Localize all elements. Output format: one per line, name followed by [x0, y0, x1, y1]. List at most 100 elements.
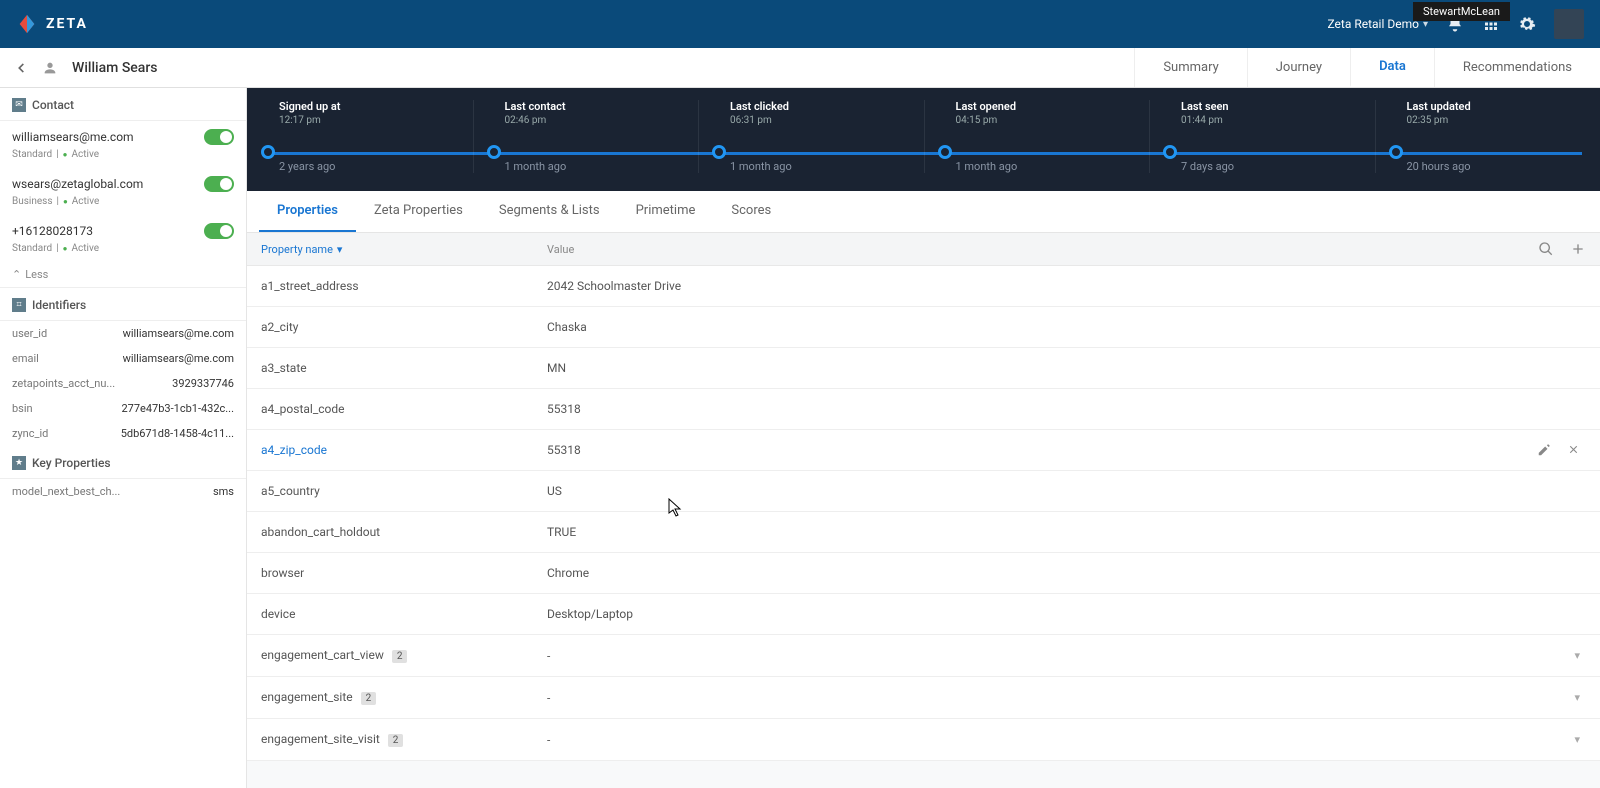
- chevron-down-icon[interactable]: ▾: [1574, 691, 1586, 704]
- timeline-node-icon: [1163, 145, 1177, 159]
- timeline-item: Last contact 02:46 pm 1 month ago: [473, 100, 699, 173]
- search-icon[interactable]: [1538, 241, 1554, 257]
- avatar[interactable]: [1554, 9, 1584, 39]
- property-name: browser: [261, 566, 547, 580]
- identifier-value: 3929337746: [172, 377, 234, 390]
- timeline-label: Signed up at: [279, 100, 453, 113]
- settings-icon[interactable]: [1518, 15, 1536, 33]
- timeline-node-icon: [1389, 145, 1403, 159]
- property-name: a4_postal_code: [261, 402, 547, 416]
- property-name: a3_state: [261, 361, 547, 375]
- timeline-label: Last updated: [1407, 100, 1581, 113]
- property-badge: 2: [392, 650, 408, 663]
- contact-value: wsears@zetaglobal.com: [12, 177, 143, 191]
- property-row[interactable]: a4_postal_code55318: [247, 389, 1600, 430]
- contact-item: williamsears@me.com: [0, 121, 246, 149]
- brand-name: ZETA: [46, 16, 88, 32]
- property-row[interactable]: a1_street_address2042 Schoolmaster Drive: [247, 266, 1600, 307]
- identifier-key: zync_id: [12, 427, 48, 440]
- subtab-segments[interactable]: Segments & Lists: [481, 191, 618, 232]
- identifier-key: user_id: [12, 327, 47, 340]
- property-name: a5_country: [261, 484, 547, 498]
- property-value: US: [547, 484, 1586, 498]
- chevron-up-icon: ⌃: [12, 268, 21, 281]
- identifier-value: williamsears@me.com: [123, 327, 234, 340]
- property-row[interactable]: engagement_cart_view2-▾: [247, 635, 1600, 677]
- keyprops-icon: ★: [12, 456, 26, 470]
- property-value: Chaska: [547, 320, 1586, 334]
- subtab-properties[interactable]: Properties: [259, 191, 356, 232]
- property-value: -: [547, 649, 1574, 663]
- contact-value: williamsears@me.com: [12, 130, 134, 144]
- close-icon[interactable]: [1567, 443, 1580, 457]
- identifier-key: zetapoints_acct_nu...: [12, 377, 115, 390]
- identifier-value: 5db671d8-1458-4c11...: [121, 427, 234, 440]
- add-property-button[interactable]: [1570, 241, 1586, 257]
- chevron-down-icon[interactable]: ▾: [1574, 649, 1586, 662]
- timeline-time: 02:46 pm: [505, 115, 679, 126]
- identifier-row: zync_id 5db671d8-1458-4c11...: [0, 421, 246, 446]
- identifier-row: user_id williamsears@me.com: [0, 321, 246, 346]
- sidebar-less[interactable]: ⌃ Less: [0, 262, 246, 288]
- timeline-ago: 1 month ago: [730, 160, 904, 173]
- identifiers-icon: ⌗: [12, 298, 26, 312]
- property-name: a4_zip_code: [261, 443, 547, 457]
- main-content: Signed up at 12:17 pm 2 years ago Last c…: [247, 88, 1600, 788]
- identifier-row: zetapoints_acct_nu... 3929337746: [0, 371, 246, 396]
- property-row[interactable]: engagement_site_visit2-▾: [247, 719, 1600, 761]
- subtab-zeta-properties[interactable]: Zeta Properties: [356, 191, 481, 232]
- identifier-value: 277e47b3-1cb1-432c...: [122, 402, 235, 415]
- property-row[interactable]: a3_stateMN: [247, 348, 1600, 389]
- contact-toggle[interactable]: [204, 176, 234, 192]
- sidebar-identifiers-head: ⌗ Identifiers: [0, 288, 246, 321]
- subtab-primetime[interactable]: Primetime: [618, 191, 714, 232]
- property-row[interactable]: a4_zip_code55318: [247, 430, 1600, 471]
- timeline-time: 04:15 pm: [956, 115, 1130, 126]
- chevron-down-icon: ▾: [337, 243, 343, 256]
- keyprop-value: sms: [213, 485, 234, 498]
- property-row[interactable]: deviceDesktop/Laptop: [247, 594, 1600, 635]
- tab-journey[interactable]: Journey: [1247, 48, 1350, 87]
- property-row[interactable]: a2_cityChaska: [247, 307, 1600, 348]
- subtab-scores[interactable]: Scores: [713, 191, 789, 232]
- identifier-row: emailwilliamsears@me.com: [0, 346, 246, 371]
- property-value: TRUE: [547, 525, 1586, 539]
- tab-summary[interactable]: Summary: [1134, 48, 1246, 87]
- property-name: a1_street_address: [261, 279, 547, 293]
- timeline-label: Last contact: [505, 100, 679, 113]
- timeline-time: 02:35 pm: [1407, 115, 1581, 126]
- property-row[interactable]: a5_countryUS: [247, 471, 1600, 512]
- contact-item: wsears@zetaglobal.com: [0, 168, 246, 196]
- contact-toggle[interactable]: [204, 129, 234, 145]
- sidebar-contact-head: ✉ Contact: [0, 88, 246, 121]
- identifier-value: williamsears@me.com: [123, 352, 234, 365]
- contact-item: +16128028173: [0, 215, 246, 243]
- contact-toggle[interactable]: [204, 223, 234, 239]
- chevron-down-icon[interactable]: ▾: [1574, 733, 1586, 746]
- property-row[interactable]: abandon_cart_holdoutTRUE: [247, 512, 1600, 553]
- property-value: Desktop/Laptop: [547, 607, 1586, 621]
- property-value: 2042 Schoolmaster Drive: [547, 279, 1586, 293]
- back-button[interactable]: [14, 61, 28, 75]
- timeline-item: Last seen 01:44 pm 7 days ago: [1149, 100, 1375, 173]
- edit-icon[interactable]: [1537, 443, 1551, 457]
- timeline-item: Last clicked 06:31 pm 1 month ago: [698, 100, 924, 173]
- timeline-node-icon: [712, 145, 726, 159]
- property-row[interactable]: engagement_site2-▾: [247, 677, 1600, 719]
- tab-recommendations[interactable]: Recommendations: [1434, 48, 1600, 87]
- timeline-item: Last opened 04:15 pm 1 month ago: [924, 100, 1150, 173]
- brand-logo[interactable]: ZETA: [16, 13, 88, 35]
- timeline-item: Signed up at 12:17 pm 2 years ago: [247, 100, 473, 173]
- property-value: MN: [547, 361, 1586, 375]
- main-tab-bar: Summary Journey Data Recommendations: [1134, 48, 1600, 87]
- property-row[interactable]: browserChrome: [247, 553, 1600, 594]
- tab-data[interactable]: Data: [1350, 48, 1434, 87]
- identifier-row: bsin277e47b3-1cb1-432c...: [0, 396, 246, 421]
- property-value: 55318: [547, 402, 1586, 416]
- keyprop-key: model_next_best_ch...: [12, 485, 120, 498]
- contact-value: +16128028173: [12, 224, 93, 238]
- activity-timeline: Signed up at 12:17 pm 2 years ago Last c…: [247, 88, 1600, 191]
- person-icon: [42, 60, 58, 76]
- property-name: device: [261, 607, 547, 621]
- col-property-name[interactable]: Property name ▾: [261, 243, 547, 256]
